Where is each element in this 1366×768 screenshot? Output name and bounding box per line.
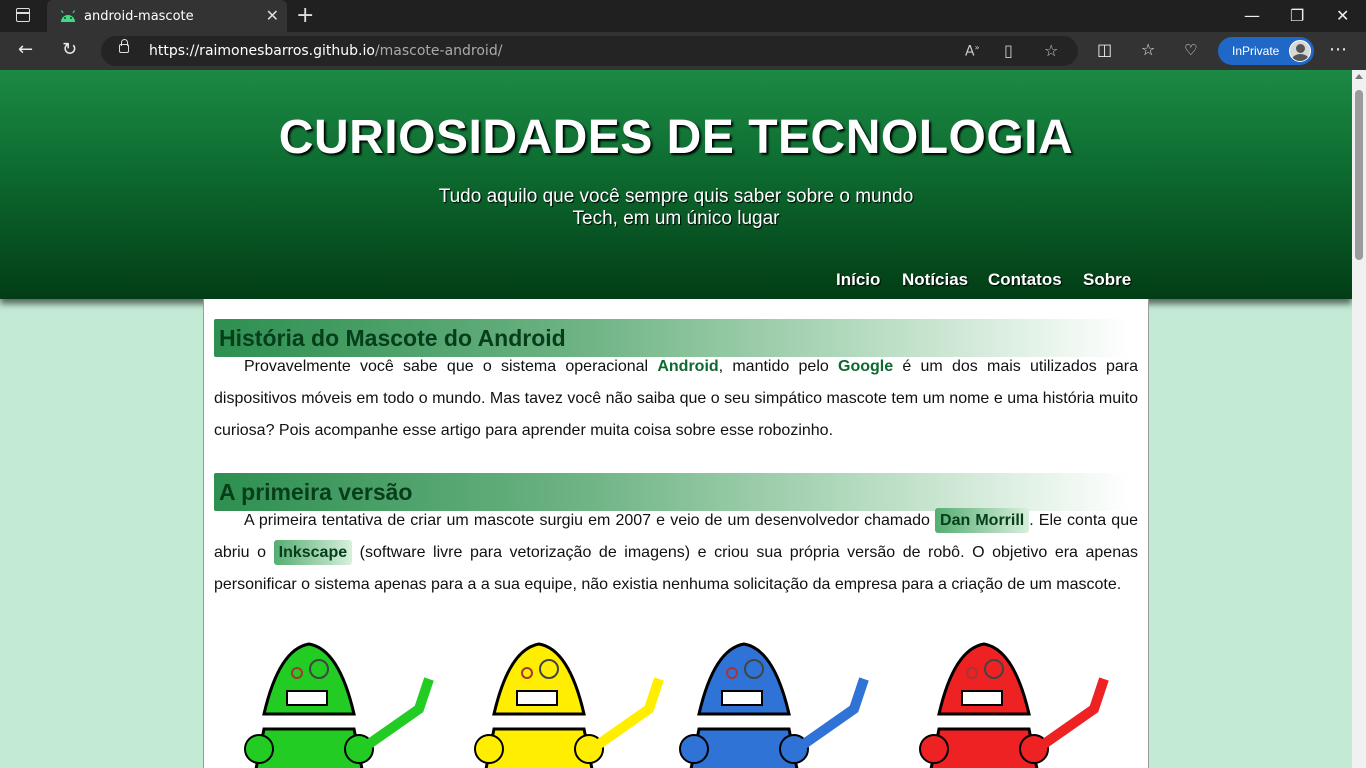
refresh-icon[interactable]: ↻ bbox=[62, 40, 77, 60]
nav-link-contatos[interactable]: Contatos bbox=[988, 270, 1062, 290]
split-screen-icon[interactable]: ◫ bbox=[1097, 40, 1112, 60]
scroll-thumb[interactable] bbox=[1355, 90, 1363, 260]
new-tab-icon[interactable]: + bbox=[296, 3, 314, 28]
read-aloud-icon[interactable]: A» bbox=[965, 43, 979, 60]
favorite-star-icon[interactable]: ☆ bbox=[1044, 41, 1058, 60]
favorites-icon[interactable]: ☆ bbox=[1141, 40, 1155, 60]
minimize-icon[interactable]: — bbox=[1244, 6, 1260, 25]
mascot-robot-blue bbox=[679, 642, 869, 768]
browser-toolbar: ← ↻ https://raimonesbarros.github.io/mas… bbox=[0, 32, 1366, 70]
site-header: CURIOSIDADES DE TECNOLOGIA Tudo aquilo q… bbox=[0, 70, 1352, 299]
early-mascots-image bbox=[244, 642, 1109, 768]
paragraph-primeira-versao: A primeira tentativa de criar um mascote… bbox=[214, 505, 1138, 601]
scroll-up-icon[interactable] bbox=[1355, 74, 1363, 79]
nav-link-sobre[interactable]: Sobre bbox=[1083, 270, 1131, 290]
browser-tab-bar: android-mascote ✕ + — ❐ ✕ bbox=[0, 0, 1366, 32]
site-subtitle: Tudo aquilo que você sempre quis saber s… bbox=[438, 186, 914, 229]
close-window-icon[interactable]: ✕ bbox=[1336, 6, 1349, 25]
address-bar[interactable]: https://raimonesbarros.github.io/mascote… bbox=[101, 36, 1078, 66]
android-icon bbox=[60, 10, 76, 22]
back-icon[interactable]: ← bbox=[18, 40, 33, 60]
url-text[interactable]: https://raimonesbarros.github.io/mascote… bbox=[149, 43, 502, 59]
nav-link-noticias[interactable]: Notícias bbox=[902, 270, 968, 290]
tag-dan-morrill: Dan Morrill bbox=[935, 508, 1030, 533]
mascot-robot-yellow bbox=[474, 642, 664, 768]
tab-actions-icon[interactable] bbox=[16, 8, 30, 22]
lock-icon[interactable] bbox=[119, 39, 129, 53]
page-viewport: CURIOSIDADES DE TECNOLOGIA Tudo aquilo q… bbox=[0, 70, 1352, 768]
article-content: História do Mascote do Android Provavelm… bbox=[203, 299, 1149, 768]
tag-inkscape: Inkscape bbox=[273, 540, 353, 565]
immersive-reader-icon[interactable]: ▯ bbox=[1004, 41, 1013, 60]
inprivate-button[interactable]: InPrivate bbox=[1218, 37, 1314, 65]
profile-avatar bbox=[1289, 40, 1311, 62]
paragraph-intro: Provavelmente você sabe que o sistema op… bbox=[214, 358, 1138, 439]
mascot-robot-red bbox=[919, 642, 1109, 768]
more-menu-icon[interactable]: ⋯ bbox=[1329, 40, 1347, 60]
tab-title: android-mascote bbox=[84, 9, 194, 24]
browser-tab[interactable]: android-mascote ✕ bbox=[47, 0, 287, 32]
mascot-robot-green bbox=[244, 642, 434, 768]
restore-icon[interactable]: ❐ bbox=[1290, 6, 1304, 25]
tab-close-icon[interactable]: ✕ bbox=[266, 6, 279, 25]
page-scrollbar[interactable] bbox=[1352, 70, 1366, 768]
browser-essentials-icon[interactable]: ♡ bbox=[1184, 40, 1197, 60]
site-title: CURIOSIDADES DE TECNOLOGIA bbox=[278, 111, 1074, 164]
nav-link-inicio[interactable]: Início bbox=[836, 270, 880, 290]
